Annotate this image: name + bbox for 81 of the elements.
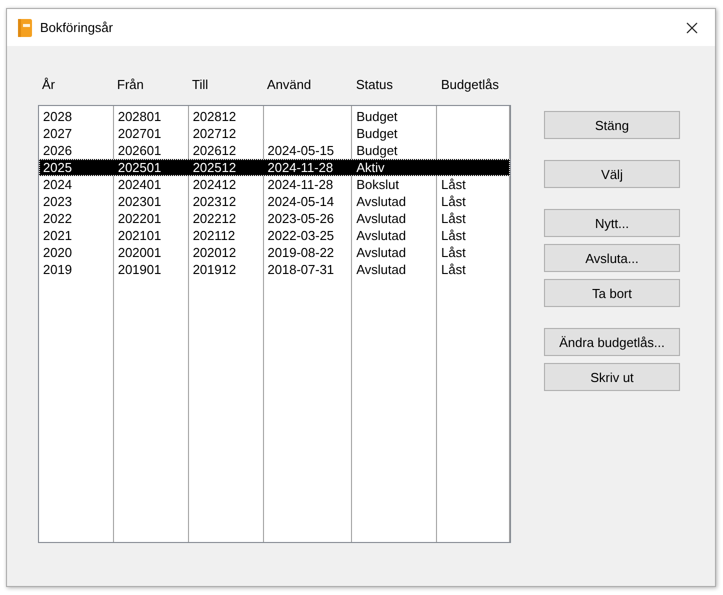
table-row[interactable]: 2028 202801 202812 Budget: [39, 108, 510, 125]
column-header[interactable]: Till: [192, 77, 267, 99]
table-row[interactable]: 2025 202501 202512 2024-11-28 Aktiv: [39, 159, 510, 176]
table-cell: Låst: [441, 262, 466, 277]
table-cell: 202812: [192, 109, 236, 124]
table-cell: 2021: [43, 228, 72, 243]
table-cell: 202801: [118, 109, 162, 124]
dialog-button[interactable]: Stäng: [544, 111, 680, 139]
table-cell: 202201: [118, 211, 162, 226]
table-cell: Budget: [356, 126, 398, 141]
column-header[interactable]: Budgetlås: [441, 77, 514, 99]
table-cell: 2028: [43, 109, 72, 124]
table-cell: 202312: [192, 194, 236, 209]
column-header[interactable]: Status: [356, 77, 441, 99]
table-row[interactable]: 2024 202401 202412 2024-11-28 Bokslut Låst: [39, 176, 510, 193]
table-cell: 202001: [118, 245, 162, 260]
table-cell: 2024-11-28: [268, 177, 334, 192]
table-cell: Bokslut: [356, 177, 399, 192]
table-row[interactable]: 2020 202001 202012 2019-08-22 Avslutad Låst: [39, 244, 510, 261]
table-cell: Avslutad: [356, 194, 406, 209]
table-cell: 202612: [192, 143, 236, 158]
table-cell: 2022: [43, 211, 72, 226]
table-cell: Avslutad: [356, 211, 406, 226]
table-cell: Låst: [441, 245, 466, 260]
year-list[interactable]: [38, 105, 511, 543]
table-cell: 2026: [43, 143, 72, 158]
table-cell: 2020: [43, 245, 72, 260]
table-cell: 202601: [118, 143, 162, 158]
table-cell: Låst: [441, 194, 466, 209]
table-cell: 202212: [192, 211, 236, 226]
column-header[interactable]: År: [42, 77, 117, 99]
table-cell: Budget: [356, 109, 398, 124]
table-cell: 2024-05-15: [268, 143, 334, 158]
table-cell: 2022-03-25: [268, 228, 334, 243]
table-cell: 202301: [118, 194, 162, 209]
table-cell: 2025: [43, 160, 72, 175]
table-cell: 202101: [118, 228, 162, 243]
table-row[interactable]: 2021 202101 202112 2022-03-25 Avslutad Låst: [39, 227, 510, 244]
table-cell: 202012: [192, 245, 236, 260]
table-cell: 202112: [192, 228, 236, 243]
table-cell: Avslutad: [356, 228, 406, 243]
table-cell: 202701: [118, 126, 162, 141]
table-cell: 202401: [118, 177, 162, 192]
table-row[interactable]: 2022 202201 202212 2023-05-26 Avslutad Låst: [39, 210, 510, 227]
table-cell: 2019-08-22: [268, 245, 334, 260]
table-cell: 2027: [43, 126, 72, 141]
table-cell: 202512: [192, 160, 236, 175]
close-icon[interactable]: [686, 22, 698, 34]
table-cell: 202501: [118, 160, 162, 175]
table-row[interactable]: 2027 202701 202712 Budget: [39, 125, 510, 142]
table-cell: 2024-05-14: [268, 194, 334, 209]
table-cell: 2018-07-31: [268, 262, 334, 277]
table-cell: 2023: [43, 194, 72, 209]
table-cell: Avslutad: [356, 262, 406, 277]
table-row[interactable]: 2019 201901 201912 2018-07-31 Avslutad Låst: [39, 261, 510, 278]
table-cell: 2024-11-28: [268, 160, 334, 175]
table-cell: Avslutad: [356, 245, 406, 260]
table-cell: Budget: [356, 143, 398, 158]
table-cell: 202412: [192, 177, 236, 192]
table-cell: 2024: [43, 177, 72, 192]
table-cell: 2019: [43, 262, 72, 277]
dialog-button[interactable]: Nytt...: [544, 209, 680, 237]
table-cell: Låst: [441, 211, 466, 226]
window-title: Bokföringsår: [40, 20, 113, 35]
table-cell: 2023-05-26: [268, 211, 334, 226]
column-header[interactable]: Från: [117, 77, 192, 99]
dialog-button[interactable]: Avsluta...: [544, 244, 680, 272]
column-header[interactable]: Använd: [267, 77, 356, 99]
dialog-button[interactable]: Ändra budgetlås...: [544, 328, 680, 356]
table-cell: Låst: [441, 228, 466, 243]
dialog-button[interactable]: Ta bort: [544, 279, 680, 307]
dialog-button[interactable]: Välj: [544, 160, 680, 188]
book-icon: [18, 18, 32, 36]
table-row[interactable]: 2026 202601 202612 2024-05-15 Budget: [39, 142, 510, 159]
table-cell: Låst: [441, 177, 466, 192]
table-cell: 201912: [192, 262, 236, 277]
dialog-button[interactable]: Skriv ut: [544, 363, 680, 391]
table-row[interactable]: 2023 202301 202312 2024-05-14 Avslutad Låst: [39, 193, 510, 210]
table-cell: Aktiv: [356, 160, 385, 175]
table-cell: 201901: [118, 262, 162, 277]
table-cell: 202712: [192, 126, 236, 141]
